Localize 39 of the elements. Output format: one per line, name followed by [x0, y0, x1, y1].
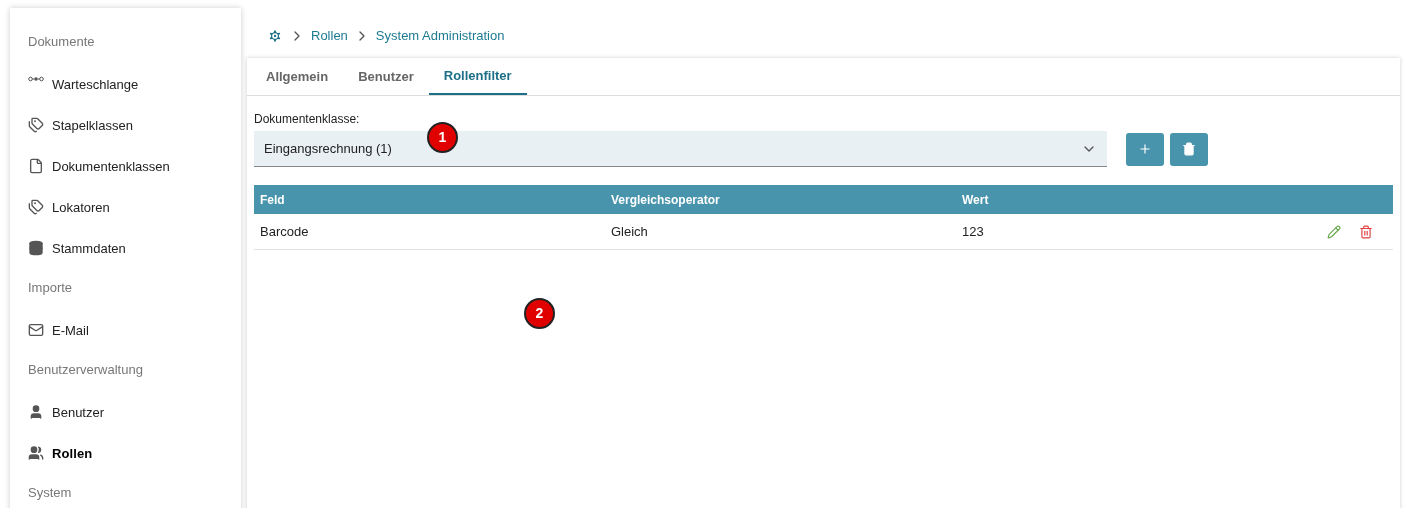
table-cell-text: Barcode [260, 222, 310, 241]
file-icon [28, 158, 44, 174]
sidebar-item[interactable]: Benutzer [52, 403, 105, 423]
sidebar-item[interactable]: Rollen [52, 444, 93, 464]
delete-button[interactable] [1170, 132, 1208, 166]
tag-icon [28, 199, 44, 215]
settings-icon[interactable] [267, 28, 283, 44]
column-header: Vergleichsoperator [611, 191, 721, 209]
delete-icon[interactable] [1359, 224, 1373, 239]
mail-icon [28, 322, 44, 338]
table-cell-text: 123 [962, 222, 985, 241]
tag-icon [28, 117, 44, 133]
sidebar-section-title: Dokumente [28, 33, 96, 51]
breadcrumb-link[interactable]: System Administration [375, 26, 505, 46]
plus-icon [1138, 142, 1152, 156]
users-icon [28, 445, 44, 461]
table-cell-text: Gleich [611, 222, 649, 241]
field-label: Dokumentenklasse: [254, 111, 361, 128]
tab[interactable]: Rollenfilter [428, 58, 527, 95]
breadcrumb-link[interactable]: Rollen [311, 26, 348, 46]
sidebar-item[interactable]: E-Mail [52, 321, 89, 341]
tab[interactable]: Allgemein [251, 58, 344, 95]
sidebar-item[interactable]: Warteschlange [52, 75, 139, 95]
sidebar-item[interactable]: Stapelklassen [52, 116, 133, 136]
column-header: Feld [260, 191, 286, 209]
sidebar-item[interactable]: Dokumentenklassen [52, 157, 170, 177]
edit-icon[interactable] [1327, 224, 1341, 239]
add-button[interactable] [1126, 132, 1164, 166]
sidebar-section-title: Benutzerverwaltung [28, 361, 144, 379]
sidebar-section-title: Importe [28, 279, 74, 297]
tab[interactable]: Benutzer [343, 58, 429, 95]
sidebar-item[interactable]: Stammdaten [52, 239, 126, 259]
sidebar-item[interactable]: Lokatoren [52, 198, 110, 218]
user-icon [28, 404, 44, 420]
sidebar-section-title: System [28, 484, 73, 502]
column-header: Wert [962, 191, 990, 209]
database-icon [28, 240, 44, 256]
dots-icon [28, 76, 44, 82]
trash-icon [1182, 142, 1196, 156]
